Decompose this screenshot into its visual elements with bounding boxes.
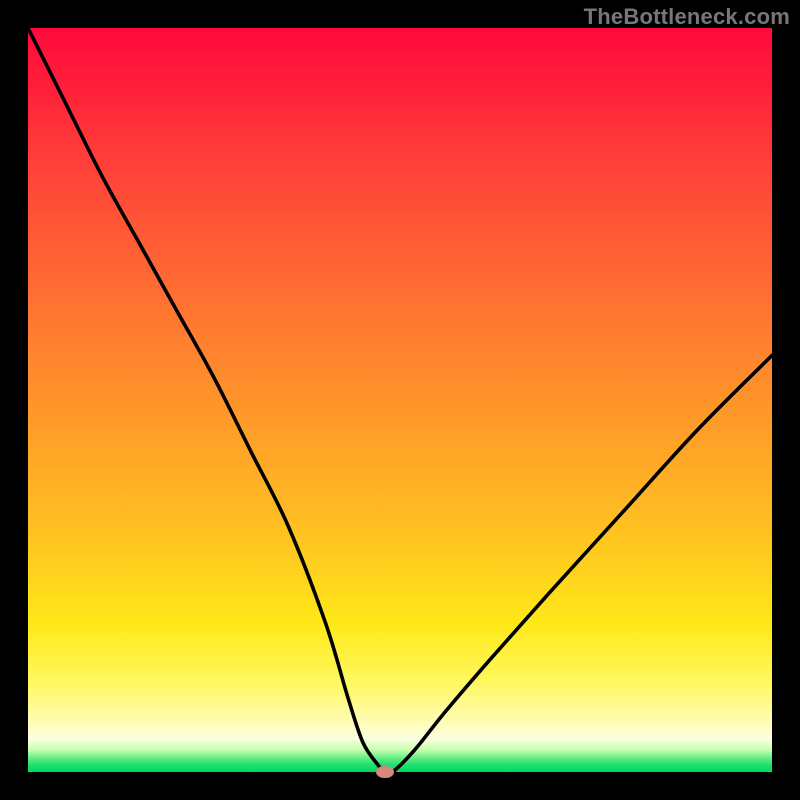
bottleneck-curve xyxy=(28,28,772,772)
minimum-marker xyxy=(376,766,394,778)
watermark-text: TheBottleneck.com xyxy=(584,4,790,30)
outer-frame: TheBottleneck.com xyxy=(0,0,800,800)
plot-area xyxy=(28,28,772,772)
